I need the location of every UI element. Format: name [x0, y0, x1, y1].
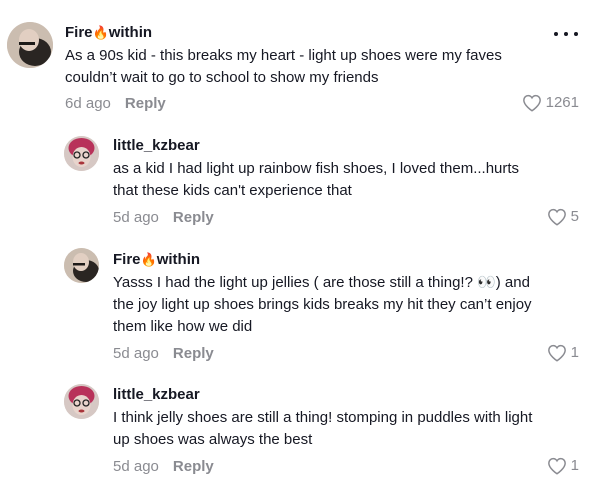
comment-text: I think jelly shoes are still a thing! s…: [113, 407, 588, 451]
heart-icon: [547, 208, 566, 226]
like-button[interactable]: 1: [547, 344, 579, 362]
timestamp: 6d ago: [65, 95, 111, 112]
username[interactable]: Fire🔥within: [65, 24, 152, 42]
comment-thread: Fire🔥within As a 90s kid - this breaks m…: [0, 0, 597, 489]
timestamp: 5d ago: [113, 458, 159, 475]
username[interactable]: little_kzbear: [113, 137, 200, 155]
comment-item: Fire🔥within As a 90s kid - this breaks m…: [0, 0, 597, 120]
fire-emoji: 🔥: [92, 25, 109, 40]
reply-item: little_kzbear I think jelly shoes are st…: [0, 375, 597, 489]
comment-text-line: that these kids can't experience that: [113, 182, 352, 199]
ellipsis-dot: [574, 32, 578, 36]
timestamp: 5d ago: [113, 209, 159, 226]
fire-emoji: 🔥: [140, 252, 157, 267]
avatar[interactable]: [64, 248, 99, 283]
more-options-button[interactable]: [554, 27, 578, 41]
avatar[interactable]: [64, 136, 99, 171]
comment-meta: 5d ago Reply: [113, 345, 214, 363]
comment-text-line: couldn’t wait to go to school to show my…: [65, 69, 379, 86]
comment-text-line: the joy light up shoes brings kids break…: [113, 296, 532, 313]
comment-meta: 5d ago Reply: [113, 458, 214, 476]
ellipsis-dot: [564, 32, 568, 36]
avatar-image: [64, 248, 99, 283]
avatar[interactable]: [7, 22, 53, 68]
comment-text: As a 90s kid - this breaks my heart - li…: [65, 45, 585, 89]
reply-button[interactable]: Reply: [173, 458, 214, 475]
comment-text-line: I think jelly shoes are still a thing! s…: [113, 409, 533, 426]
avatar[interactable]: [64, 384, 99, 419]
username[interactable]: little_kzbear: [113, 386, 200, 404]
reply-item: Fire🔥within Yasss I had the light up jel…: [0, 240, 597, 375]
like-count: 1261: [545, 94, 579, 111]
timestamp: 5d ago: [113, 345, 159, 362]
ellipsis-icon: [554, 32, 558, 36]
username[interactable]: Fire🔥within: [113, 251, 200, 269]
avatar-image: [64, 136, 99, 171]
like-button[interactable]: 1261: [522, 94, 579, 112]
comment-text-line: up shoes was always the best: [113, 431, 313, 448]
avatar-image: [7, 22, 53, 68]
like-button[interactable]: 1: [547, 457, 579, 475]
comment-text-line: As a 90s kid - this breaks my heart - li…: [65, 47, 502, 64]
comment-meta: 6d ago Reply: [65, 95, 166, 113]
comment-text: as a kid I had light up rainbow fish sho…: [113, 158, 583, 202]
reply-item: little_kzbear as a kid I had light up ra…: [0, 120, 597, 240]
reply-button[interactable]: Reply: [173, 209, 214, 226]
like-count: 1: [570, 344, 579, 361]
like-button[interactable]: 5: [547, 208, 579, 226]
like-count: 5: [570, 208, 579, 225]
comment-meta: 5d ago Reply: [113, 209, 214, 227]
heart-icon: [522, 94, 541, 112]
comment-text-line: Yasss I had the light up jellies ( are t…: [113, 274, 530, 291]
like-count: 1: [570, 457, 579, 474]
reply-button[interactable]: Reply: [125, 95, 166, 112]
comment-text: Yasss I had the light up jellies ( are t…: [113, 272, 588, 338]
comment-text-line: as a kid I had light up rainbow fish sho…: [113, 160, 520, 177]
comment-text-line: them like how we did: [113, 318, 253, 335]
heart-icon: [547, 344, 566, 362]
reply-button[interactable]: Reply: [173, 345, 214, 362]
avatar-image: [64, 384, 99, 419]
heart-icon: [547, 457, 566, 475]
